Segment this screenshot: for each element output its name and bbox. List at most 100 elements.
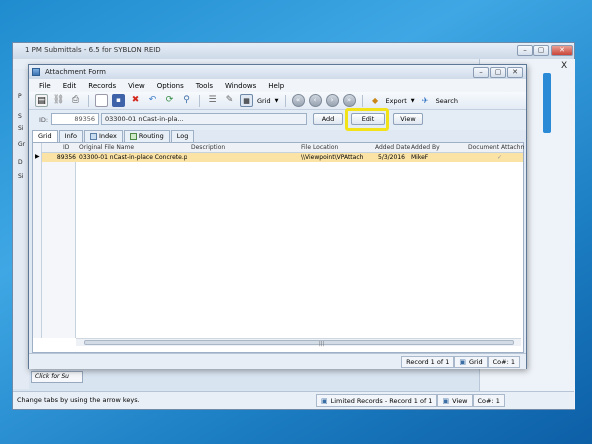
cell-file-location: \\Viewpoint\VPAttachr	[301, 154, 363, 161]
cell-document-attached[interactable]: ✓	[497, 154, 502, 161]
link-icon[interactable]: ⛓	[52, 94, 65, 107]
column-header-added-date[interactable]: Added Date	[375, 144, 410, 151]
tools-icon[interactable]: ✎	[223, 94, 236, 107]
tab-log[interactable]: Log	[170, 130, 195, 142]
index-icon	[89, 133, 97, 140]
grid-view-icon[interactable]: ▦	[240, 94, 253, 107]
strip-letter: D	[18, 159, 23, 166]
column-header-file-location[interactable]: File Location	[301, 144, 338, 151]
routing-icon	[129, 133, 137, 140]
menu-options[interactable]: Options	[157, 82, 184, 90]
strip-letter: Si	[18, 173, 24, 180]
chevron-down-icon[interactable]: ▼	[275, 98, 279, 104]
chevron-down-icon[interactable]: ▼	[411, 98, 415, 104]
attachments-grid: ID Original File Name Description File L…	[32, 142, 524, 353]
attachment-form-window: Attachment Form – ▢ ✕ File Edit Records …	[28, 64, 527, 369]
click-for-summary-button[interactable]: Click for Su	[31, 371, 83, 383]
grid-header: ID Original File Name Description File L…	[33, 143, 524, 153]
tab-strip: Grid Info Index Routing Log	[32, 130, 195, 142]
refresh-icon[interactable]: ⟳	[163, 94, 176, 107]
last-record-icon[interactable]: »	[342, 94, 356, 107]
tab-label: Index	[98, 132, 117, 140]
print-icon[interactable]: ⎙	[69, 94, 82, 107]
find-icon[interactable]: ⚲	[180, 94, 193, 107]
strip-letter: S	[18, 113, 22, 120]
tab-label: Routing	[138, 132, 164, 140]
strip-letter: Gr	[18, 141, 26, 148]
current-row-arrow-icon: ▶	[35, 153, 40, 160]
background-scroll-accent[interactable]	[543, 73, 551, 133]
menu-view[interactable]: View	[128, 82, 145, 90]
column-header-description[interactable]: Description	[191, 144, 225, 151]
view-button[interactable]: View	[393, 113, 423, 125]
maximize-icon[interactable]: ▢	[533, 45, 549, 56]
close-icon[interactable]: ✕	[507, 67, 523, 78]
minimize-icon[interactable]: –	[517, 45, 533, 56]
column-header-file-name[interactable]: Original File Name	[79, 144, 134, 151]
add-button[interactable]: Add	[313, 113, 343, 125]
tab-grid[interactable]: Grid	[32, 130, 58, 142]
maximize-icon[interactable]: ▢	[490, 67, 506, 78]
description-field[interactable]: 03300-01 nCast-in-pla...	[101, 113, 307, 125]
menu-help[interactable]: Help	[268, 82, 284, 90]
tab-index[interactable]: Index	[83, 130, 123, 142]
background-status-cells: ▣ Limited Records - Record 1 of 1 ▣ View…	[316, 394, 505, 407]
toolbar-separator	[199, 94, 200, 107]
cell-id: 89356	[56, 154, 76, 161]
panel-close-icon[interactable]: X	[561, 61, 567, 71]
form-statusbar: Record 1 of 1 ▣ Grid Co#: 1	[29, 353, 526, 369]
status-company: Co#: 1	[472, 394, 505, 407]
edit-list-icon[interactable]: ☰	[206, 94, 219, 107]
new-record-icon[interactable]: ▤	[35, 94, 48, 107]
tab-label: Log	[176, 132, 189, 140]
scrollbar-thumb[interactable]: |||	[84, 340, 514, 347]
column-header-id[interactable]: ID	[63, 144, 69, 151]
next-record-icon[interactable]: ›	[325, 94, 339, 107]
cell-file-name: 03300-01 nCast-in-place Concrete.pdf	[79, 154, 187, 161]
delete-icon[interactable]: ✖	[129, 94, 142, 107]
window-title: Attachment Form	[45, 68, 106, 76]
table-row[interactable]: 89356 03300-01 nCast-in-place Concrete.p…	[42, 153, 523, 162]
column-header-document-attached[interactable]: Document Attachme	[468, 144, 524, 151]
cell-added-by: MikeF	[411, 154, 429, 161]
column-header-added-by[interactable]: Added By	[411, 144, 440, 151]
grip-icon: |||	[319, 341, 325, 347]
edit-button-highlight	[345, 108, 389, 131]
search-icon[interactable]: ✈	[419, 94, 432, 107]
grid-dropdown-label[interactable]: Grid	[257, 97, 271, 105]
background-titlebar: 1 PM Submittals - 6.5 for SYBLON REID – …	[13, 43, 574, 59]
horizontal-scrollbar[interactable]: |||	[76, 338, 521, 347]
id-field[interactable]: 89356	[51, 113, 99, 125]
menu-file[interactable]: File	[39, 82, 51, 90]
strip-letter: P	[18, 93, 22, 100]
status-records-text: Limited Records - Record 1 of 1	[330, 396, 433, 405]
search-label[interactable]: Search	[436, 97, 458, 105]
status-co-text: Co#: 1	[477, 396, 500, 405]
menu-windows[interactable]: Windows	[225, 82, 256, 90]
monitor-icon: ▣	[442, 396, 450, 405]
menu-edit[interactable]: Edit	[63, 82, 77, 90]
tab-label: Info	[64, 132, 77, 140]
toolbar-separator	[361, 94, 363, 107]
toolbar: ▤ ⛓ ⎙ ▪ ✖ ↶ ⟳ ⚲ ☰ ✎ ▦ Grid ▼ « ‹ › » ◆ E…	[29, 92, 526, 110]
first-record-icon[interactable]: «	[291, 94, 305, 107]
minimize-icon[interactable]: –	[473, 67, 489, 78]
status-view[interactable]: ▣ View	[437, 394, 473, 407]
export-icon[interactable]: ◆	[369, 94, 382, 107]
document-icon[interactable]	[95, 94, 108, 107]
tab-routing[interactable]: Routing	[123, 130, 170, 142]
close-icon[interactable]: ✕	[551, 45, 573, 56]
menu-records[interactable]: Records	[88, 82, 116, 90]
export-label[interactable]: Export	[386, 97, 407, 105]
tab-info[interactable]: Info	[58, 130, 83, 142]
status-grid[interactable]: ▣ Grid	[454, 356, 488, 368]
status-co-text: Co#: 1	[492, 358, 515, 366]
cell-added-date: 5/3/2016	[378, 154, 405, 161]
menu-tools[interactable]: Tools	[196, 82, 213, 90]
undo-icon[interactable]: ↶	[146, 94, 159, 107]
save-icon[interactable]: ▪	[112, 94, 125, 107]
status-records: ▣ Limited Records - Record 1 of 1	[316, 394, 438, 407]
status-grid-text: Grid	[468, 358, 483, 366]
previous-record-icon[interactable]: ‹	[308, 94, 322, 107]
record-id-row: ID: 89356 03300-01 nCast-in-pla... Add E…	[29, 110, 526, 130]
